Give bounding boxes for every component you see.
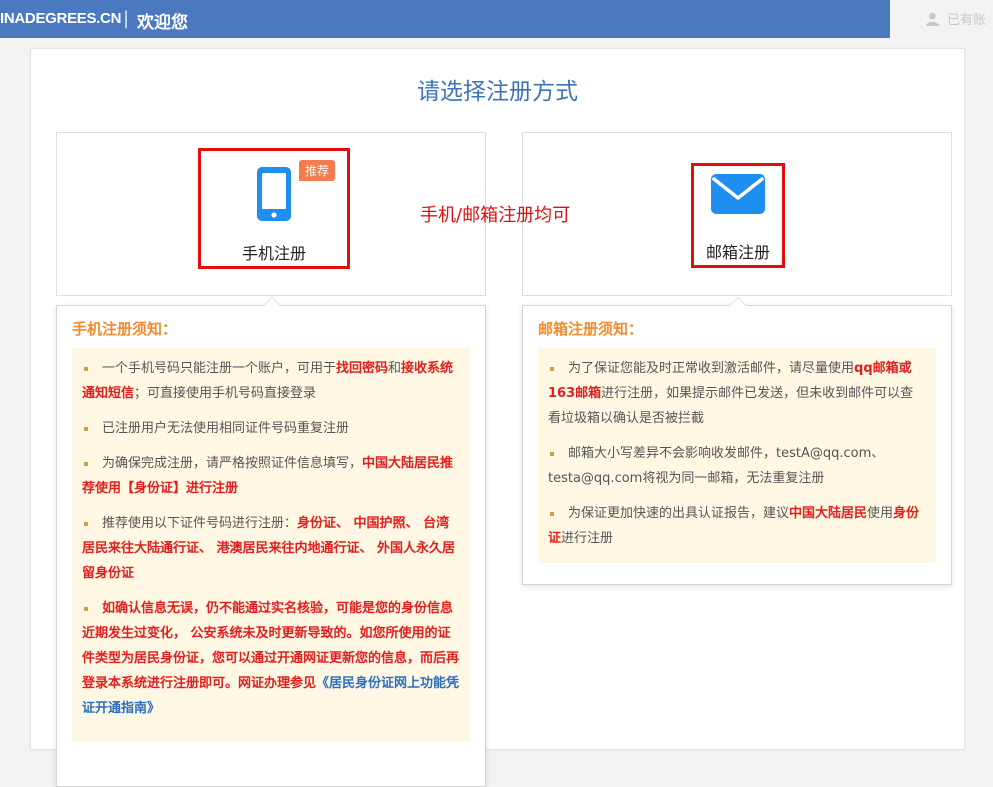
notice-text: 和	[388, 361, 402, 376]
notice-text: 已注册用户无法使用相同证件号码重复注册	[102, 421, 350, 436]
notice-text: 使用	[867, 506, 894, 521]
email-register-option[interactable]: 邮箱注册	[691, 163, 785, 268]
email-notice-title: 邮箱注册须知：	[538, 320, 644, 338]
notice-highlight: 中国大陆居民	[789, 506, 868, 521]
list-item: 为了保证您能及时正常收到激活邮件，请尽量使用qq邮箱或163邮箱进行注册，如果提…	[548, 356, 926, 431]
phone-notice-body: 一个手机号码只能注册一个账户，可用于找回密码和接收系统通知短信；可直接使用手机号…	[72, 348, 470, 741]
list-item: 邮箱大小写差异不会影响收发邮件，testA@qq.com、testa@qq.co…	[548, 441, 926, 491]
email-notice-body: 为了保证您能及时正常收到激活邮件，请尽量使用qq邮箱或163邮箱进行注册，如果提…	[538, 348, 936, 563]
phone-register-option[interactable]: 推荐 手机注册	[198, 148, 350, 269]
email-register-card[interactable]: 邮箱注册	[522, 132, 952, 296]
phone-notice-list: 一个手机号码只能注册一个账户，可用于找回密码和接收系统通知短信；可直接使用手机号…	[82, 356, 460, 721]
notice-pointer	[729, 297, 747, 306]
header-separator: |	[123, 8, 130, 29]
list-item: 推荐使用以下证件号码进行注册：身份证、 中国护照、 台湾居民来往大陆通行证、 港…	[82, 511, 460, 586]
email-notice-list: 为了保证您能及时正常收到激活邮件，请尽量使用qq邮箱或163邮箱进行注册，如果提…	[548, 356, 926, 551]
bullet-icon	[84, 606, 88, 611]
bullet-icon	[84, 521, 88, 526]
user-login-link[interactable]: 已有账	[926, 9, 986, 28]
phone-notice-title: 手机注册须知：	[72, 320, 178, 338]
notice-text: 进行注册，如果提示邮件已发送，但未收到邮件可以查看垃圾箱以确认是否被拦截	[548, 386, 914, 426]
notice-text: 为确保完成注册，请严格按照证件信息填写，	[102, 456, 363, 471]
email-register-notice: 邮箱注册须知： 为了保证您能及时正常收到激活邮件，请尽量使用qq邮箱或163邮箱…	[522, 297, 952, 585]
notice-text: 一个手机号码只能注册一个账户，可用于	[102, 361, 337, 376]
page-title: 请选择注册方式	[417, 79, 578, 105]
notice-text: 为了保证您能及时正常收到激活邮件，请尽量使用	[568, 361, 855, 376]
email-register-label: 邮箱注册	[705, 243, 770, 262]
notice-text: 进行注册	[561, 531, 614, 546]
list-item: 如确认信息无误，仍不能通过实名核验，可能是您的身份信息近期发生过变化， 公安系统…	[82, 596, 460, 721]
bullet-icon	[84, 426, 88, 431]
envelope-icon	[711, 174, 765, 214]
phone-register-notice: 手机注册须知： 一个手机号码只能注册一个账户，可用于找回密码和接收系统通知短信；…	[56, 297, 486, 787]
top-header-bar: INADEGREES.CN | 欢迎您	[0, 0, 890, 38]
list-item: 为确保完成注册，请严格按照证件信息填写，中国大陆居民推荐使用【身份证】进行注册	[82, 451, 460, 501]
registration-panel: 请选择注册方式 推荐 手机注册 邮箱注册 手机注册须知： 一个手机号码只能注册一…	[30, 48, 965, 787]
bullet-icon	[550, 451, 554, 456]
site-brand[interactable]: INADEGREES.CN	[0, 10, 121, 27]
user-icon	[926, 12, 939, 26]
smartphone-icon	[257, 167, 291, 221]
list-item: 为保证更加快速的出具认证报告，建议中国大陆居民使用身份证进行注册	[548, 501, 926, 551]
bullet-icon	[84, 366, 88, 371]
notice-text: 邮箱大小写差异不会影响收发邮件，testA@qq.com、testa@qq.co…	[548, 446, 885, 486]
bullet-icon	[84, 461, 88, 466]
notice-highlight: 找回密码	[336, 361, 389, 376]
notice-text: ；可直接使用手机号码直接登录	[134, 386, 317, 401]
phone-register-label: 手机注册	[241, 244, 306, 263]
bullet-icon	[550, 511, 554, 516]
notice-text: 为保证更加快速的出具认证报告，建议	[568, 506, 790, 521]
registration-annotation: 手机/邮箱注册均可	[420, 205, 571, 226]
list-item: 一个手机号码只能注册一个账户，可用于找回密码和接收系统通知短信；可直接使用手机号…	[82, 356, 460, 406]
recommended-badge: 推荐	[299, 160, 336, 181]
user-login-text: 已有账	[947, 13, 987, 28]
notice-pointer	[263, 297, 281, 306]
welcome-text: 欢迎您	[137, 13, 188, 33]
notice-text: 推荐使用以下证件号码进行注册：	[102, 516, 298, 531]
list-item: 已注册用户无法使用相同证件号码重复注册	[82, 416, 460, 441]
bullet-icon	[550, 366, 554, 371]
